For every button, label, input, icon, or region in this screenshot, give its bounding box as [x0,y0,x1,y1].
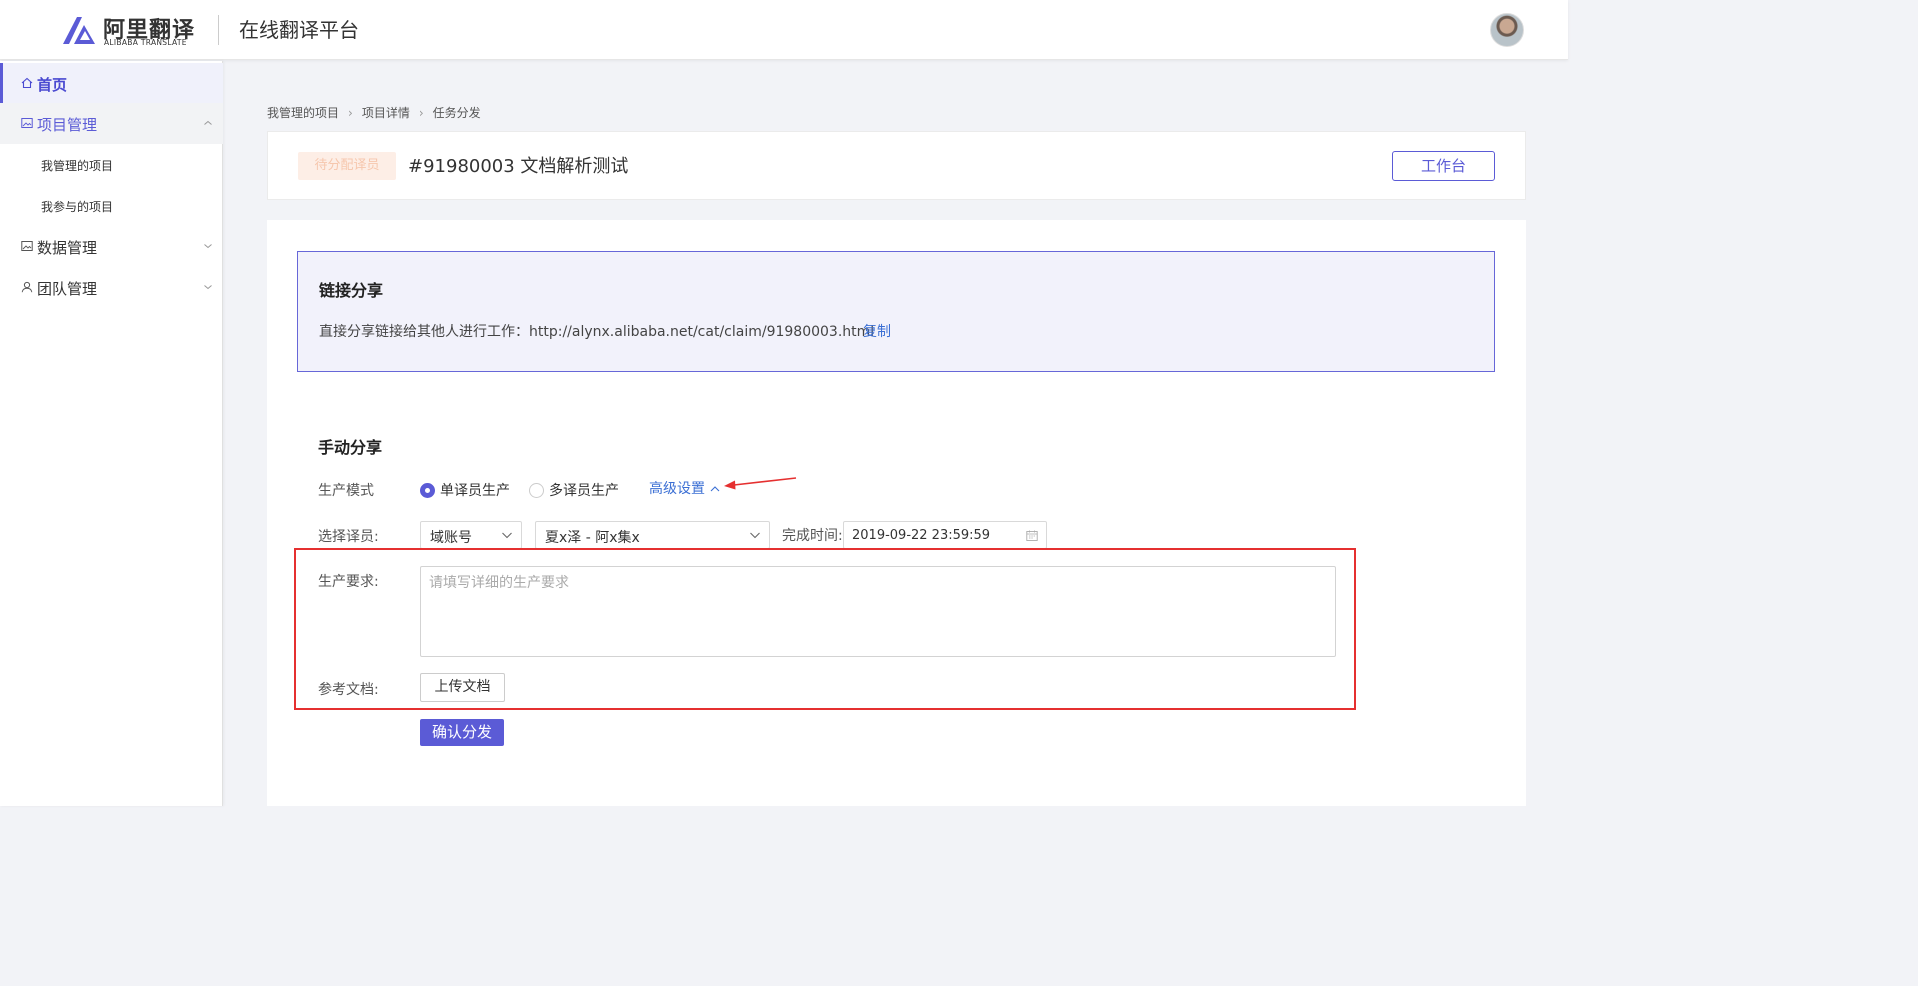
header-divider [218,15,219,45]
sidebar-subitem-my-managed[interactable]: 我管理的项目 [41,157,113,174]
chevron-down-icon [502,532,512,539]
translator-value: 夏x泽 - 阿x集x [545,530,640,546]
chevron-down-icon [204,244,212,249]
logo[interactable]: 阿里翻译 ALIBABA TRANSLATE [60,12,202,48]
manual-share-title: 手动分享 [318,438,383,457]
sidebar-item-label: 首页 [37,76,68,94]
copy-link-button[interactable]: 复制 [863,321,891,341]
project-title-card: 待分配译员 #91980003 文档解析测试 工作台 [267,131,1526,200]
deadline-value: 2019-09-22 23:59:59 [852,528,991,543]
account-type-value: 域账号 [430,530,472,546]
deadline-date-input[interactable]: 2019-09-22 23:59:59 [843,521,1047,549]
sidebar-subitem-my-participated[interactable]: 我参与的项目 [41,198,113,215]
breadcrumb: 我管理的项目 › 项目详情 › 任务分发 [267,104,481,121]
sidebar-item-home[interactable]: 首页 [0,63,223,104]
radio-checked-icon [420,482,435,498]
user-icon [21,281,33,293]
image-icon [21,241,33,251]
link-share-title: 链接分享 [319,281,384,300]
upload-document-button[interactable]: 上传文档 [420,673,505,702]
image-icon [21,118,33,128]
breadcrumb-item-task-distribution: 任务分发 [432,106,481,120]
sidebar-item-label: 项目管理 [37,116,98,134]
radio-label: 多译员生产 [549,483,619,499]
status-badge: 待分配译员 [298,152,396,180]
sidebar-item-label: 团队管理 [37,280,98,298]
top-header: 阿里翻译 ALIBABA TRANSLATE 在线翻译平台 [0,0,1568,60]
chevron-right-icon: › [418,105,424,120]
reference-doc-label: 参考文档: [318,682,379,698]
sidebar: 首页 项目管理 我管理的项目 我参与的项目 数据管理 团队管理 [0,61,223,806]
chevron-right-icon: › [348,105,353,120]
platform-title: 在线翻译平台 [239,18,359,42]
breadcrumb-item-managed-projects[interactable]: 我管理的项目 [267,104,339,121]
chevron-down-icon [750,532,760,539]
requirements-textarea[interactable] [420,566,1336,657]
home-icon [21,77,33,89]
chevron-up-icon [710,486,720,492]
page-title: #91980003 文档解析测试 [408,156,629,177]
advanced-settings-toggle[interactable]: 高级设置 [649,478,721,498]
requirements-label: 生产要求: [318,574,379,590]
logo-subtext: ALIBABA TRANSLATE [104,38,187,47]
breadcrumb-item-project-details[interactable]: 项目详情 [362,104,410,121]
alibaba-translate-logo-icon [63,17,95,44]
share-link-text: 直接分享链接给其他人进行工作：http://alynx.alibaba.net/… [319,324,875,340]
sidebar-item-label: 数据管理 [37,239,98,257]
task-distribution-card: 链接分享 直接分享链接给其他人进行工作：http://alynx.alibaba… [267,220,1526,806]
single-translator-radio[interactable]: 单译员生产 [420,480,510,500]
sidebar-item-data-management[interactable]: 数据管理 [0,226,223,267]
calendar-icon [1026,530,1038,541]
account-type-select[interactable]: 域账号 [420,521,522,549]
confirm-distribute-button[interactable]: 确认分发 [420,719,504,746]
select-translator-label: 选择译员: [318,529,379,545]
radio-unchecked-icon [529,482,544,498]
advanced-settings-label: 高级设置 [649,481,705,497]
chevron-up-icon [204,120,212,125]
translator-select[interactable]: 夏x泽 - 阿x集x [535,521,770,549]
multi-translator-radio[interactable]: 多译员生产 [529,480,619,500]
production-mode-label: 生产模式 [318,483,374,499]
sidebar-item-team-management[interactable]: 团队管理 [0,267,223,308]
workbench-button[interactable]: 工作台 [1392,151,1495,181]
user-avatar[interactable] [1490,13,1524,47]
deadline-label: 完成时间: [782,528,843,544]
radio-label: 单译员生产 [440,483,510,499]
link-share-panel: 链接分享 直接分享链接给其他人进行工作：http://alynx.alibaba… [297,251,1495,372]
chevron-down-icon [204,285,212,290]
sidebar-item-project-management[interactable]: 项目管理 [0,103,223,144]
